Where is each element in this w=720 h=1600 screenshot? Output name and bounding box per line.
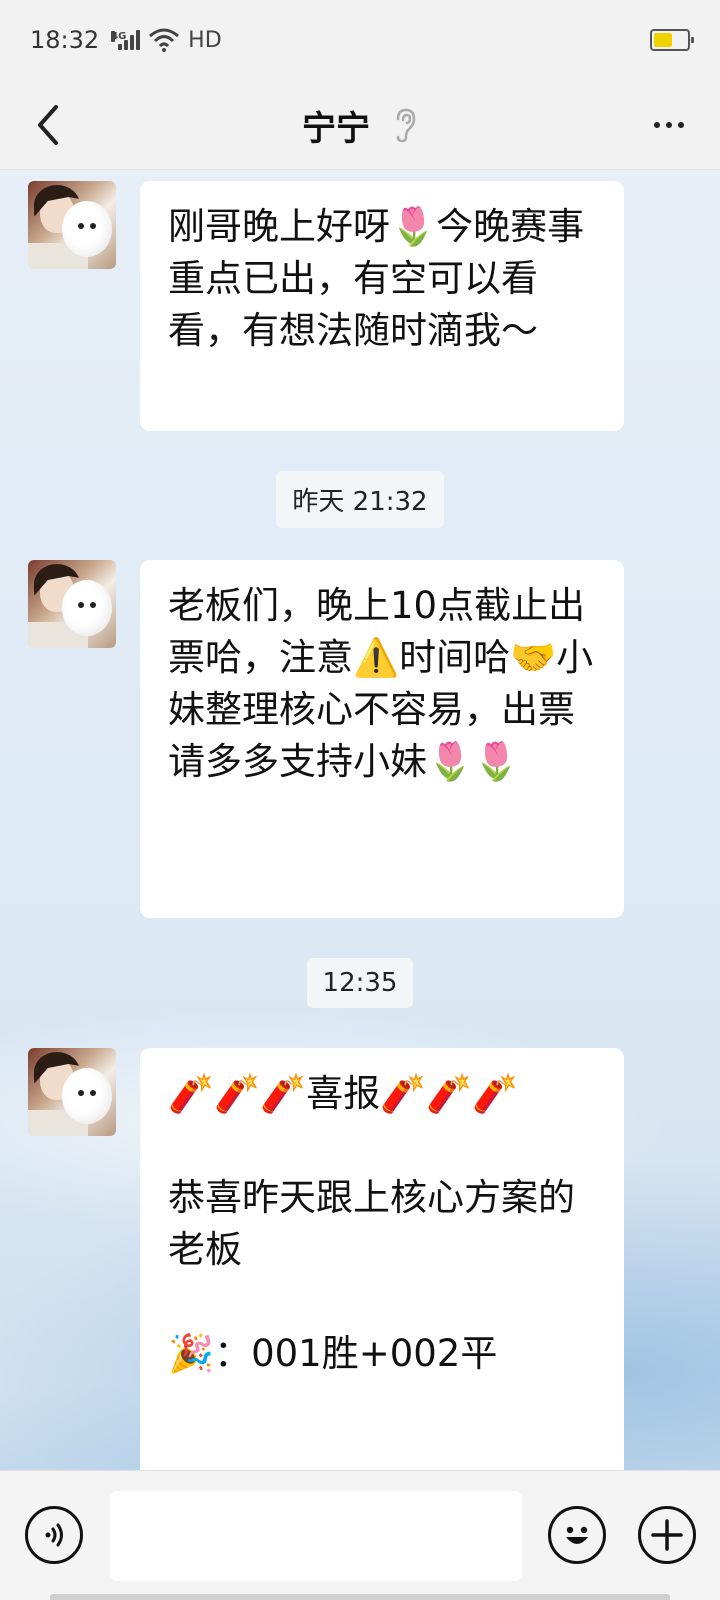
chat-title-wrap: 宁宁 (0, 80, 720, 170)
network-type-label: 4G (111, 31, 127, 42)
chat-header: 宁宁 (0, 80, 720, 170)
status-time: 18:32 (30, 26, 100, 54)
message-bubble[interactable]: 🧨🧨🧨喜报🧨🧨🧨 恭喜昨天跟上核心方案的老板 🎉：001胜+002平 (140, 1048, 624, 1470)
more-dots-icon (654, 122, 660, 128)
cellular-signal-icon: 4G (111, 30, 141, 50)
plus-button[interactable] (638, 1506, 696, 1564)
timestamp-divider: 昨天 21:32 (0, 471, 720, 528)
chat-message-list[interactable]: 刚哥晚上好呀🌷今晚赛事重点已出，有空可以看看，有想法随时滴我～ 昨天 21:32… (0, 171, 720, 1470)
timestamp-divider: 12:35 (0, 958, 720, 1008)
timestamp-label: 12:35 (306, 958, 414, 1008)
emoji-button[interactable] (548, 1506, 606, 1564)
status-bar: 18:32 4G HD (0, 0, 720, 80)
message-bubble[interactable]: 老板们，晚上10点截止出票哈，注意⚠️时间哈🤝小妹整理核心不容易，出票请多多支持… (140, 560, 624, 918)
input-bar (0, 1470, 720, 1600)
avatar[interactable] (28, 181, 116, 269)
wifi-icon (149, 28, 180, 52)
avatar[interactable] (28, 560, 116, 648)
message-bubble[interactable]: 刚哥晚上好呀🌷今晚赛事重点已出，有空可以看看，有想法随时滴我～ (140, 181, 624, 431)
smiley-icon (566, 1526, 588, 1544)
ear-icon (396, 108, 416, 143)
timestamp-label: 昨天 21:32 (276, 471, 444, 528)
hd-label: HD (188, 27, 222, 53)
battery-level-fill (654, 33, 672, 47)
plus-icon (651, 1519, 683, 1551)
battery-icon (650, 29, 694, 51)
chat-title[interactable]: 宁宁 (302, 101, 370, 150)
status-icons: 4G HD (111, 27, 222, 53)
message-input[interactable] (110, 1491, 522, 1581)
voice-icon (45, 1523, 63, 1547)
voice-button[interactable] (25, 1506, 83, 1564)
home-indicator (50, 1594, 670, 1600)
avatar[interactable] (28, 1048, 116, 1136)
more-options-button[interactable] (644, 105, 694, 145)
